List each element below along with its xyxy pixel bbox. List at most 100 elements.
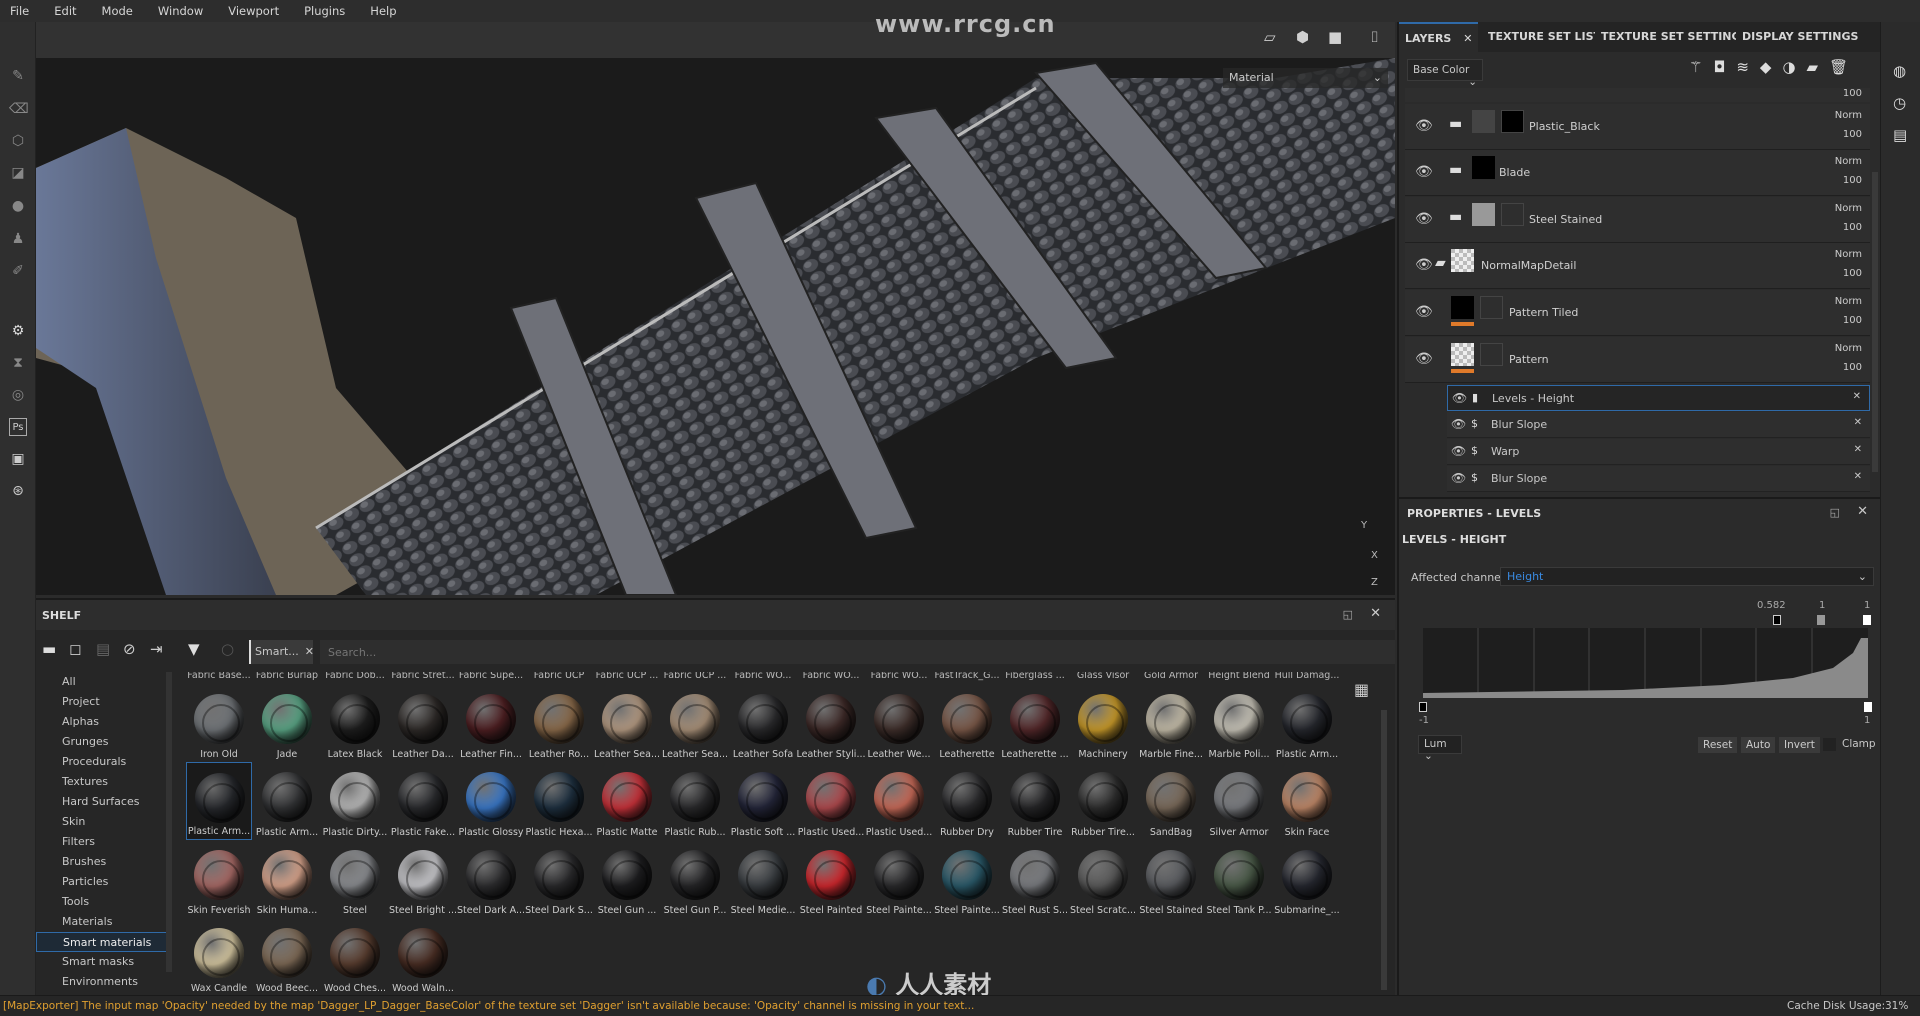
material-tile[interactable]: Skin Face [1274,762,1340,840]
visibility-eye-icon[interactable]: 👁 [1451,471,1466,485]
material-tile[interactable]: Steel Painte... [934,840,1000,918]
material-tile[interactable]: Leather Da... [390,684,456,762]
material-tile[interactable]: Wax Candle [186,918,252,994]
layer-row[interactable]: 👁 ▬ Plastic_Black Norm 100 [1405,104,1870,150]
smudge-icon[interactable]: ● [9,197,27,215]
effect-row[interactable]: 👁 $ Blur Slope ✕ [1447,412,1870,438]
category-item[interactable]: Textures [36,772,171,792]
filter-chip[interactable]: Smart... ✕ [249,640,314,664]
output-max-handle[interactable] [1864,702,1872,712]
visibility-eye-icon[interactable]: 👁 [1415,211,1433,227]
tab-display-settings[interactable]: DISPLAY SETTINGS [1736,22,1865,52]
material-tile[interactable]: Machinery [1070,684,1136,762]
material-tile[interactable]: Steel Dark S... [525,840,593,918]
material-tile[interactable]: Steel Stained [1138,840,1204,918]
material-tile[interactable]: Leather Sofa [730,684,796,762]
category-item[interactable]: Grunges [36,732,171,752]
material-tile[interactable]: Marble Fine... [1138,684,1204,762]
material-tile[interactable]: Steel Bright ... [389,840,457,918]
category-item[interactable]: Smart materials [36,932,171,952]
category-item[interactable]: Particles [36,872,171,892]
save-icon[interactable]: ▤ [96,640,110,658]
material-tile[interactable]: Plastic Dirty... [322,762,388,840]
layer-row[interactable]: 👁 ▰ NormalMapDetail Norm 100 [1405,243,1870,289]
maximize-icon[interactable]: ◱ [1343,608,1353,621]
category-item[interactable]: All [36,672,171,692]
remove-effect-icon[interactable]: ✕ [1853,391,1861,402]
blend-mode-dropdown[interactable]: Norm [1835,110,1862,121]
log-icon[interactable]: ▤ [1893,126,1907,144]
opacity-dropdown[interactable]: 100 [1843,362,1862,373]
render-mode-dropdown[interactable]: Material ⌄ [1223,68,1388,88]
effect-row[interactable]: 👁 $ Warp ✕ [1447,439,1870,465]
material-tile[interactable]: Steel Gun ... [594,840,660,918]
remove-effect-icon[interactable]: ✕ [1854,471,1862,482]
blend-mode-dropdown[interactable]: Norm [1835,343,1862,354]
visibility-eye-icon[interactable]: 👁 [1415,164,1433,180]
material-tile[interactable]: Plastic Rub... [662,762,728,840]
material-tile[interactable]: Steel Scratc... [1070,840,1136,918]
import-icon[interactable]: ⇥ [150,640,163,658]
layers-scrollbar[interactable] [1872,172,1878,472]
channel-dropdown[interactable]: Base Color ⌄ [1407,59,1483,88]
material-tile[interactable]: Marble Poli... [1206,684,1272,762]
category-item[interactable]: Procedurals [36,752,171,772]
material-tile[interactable]: Leatherette [934,684,1000,762]
add-smart-mask-icon[interactable]: ◑ [1782,58,1806,76]
menu-file[interactable]: File [0,4,29,18]
category-item[interactable]: Brushes [36,852,171,872]
menu-mode[interactable]: Mode [92,4,133,18]
material-tile[interactable]: Iron Old [186,684,252,762]
material-tile[interactable]: Plastic Fake... [390,762,456,840]
blend-mode-dropdown[interactable]: Norm [1835,203,1862,214]
material-tile[interactable]: Leather Ro... [526,684,592,762]
add-mask-icon[interactable]: ◘ [1713,58,1736,76]
layer-row[interactable]: 👁 ▬ Blade Norm 100 [1405,150,1870,196]
invert-button[interactable]: Invert [1779,737,1820,753]
grid-scrollbar[interactable] [1381,710,1387,990]
camera-video-icon[interactable]: ■ [1328,28,1342,46]
photoshop-icon[interactable]: Ps [9,418,27,436]
material-tile[interactable]: Steel Painted [798,840,864,918]
material-tile[interactable]: Rubber Dry [934,762,1000,840]
category-item[interactable]: Filters [36,832,171,852]
category-scrollbar[interactable] [166,672,172,972]
menu-plugins[interactable]: Plugins [294,4,345,18]
material-tile[interactable]: Steel Painte... [866,840,932,918]
visibility-eye-icon[interactable]: 👁 [1415,351,1433,367]
material-tile[interactable]: Jade [254,684,320,762]
chip-close-icon[interactable]: ✕ [305,645,314,658]
tab-texture-set-settings[interactable]: TEXTURE SET SETTINGS [1595,22,1755,52]
close-icon[interactable]: ✕ [1370,606,1381,621]
material-tile[interactable]: Plastic Glossy [458,762,524,840]
effect-row[interactable]: 👁 $ Blur Slope ✕ [1447,466,1870,492]
menu-edit[interactable]: Edit [44,4,76,18]
layer-row[interactable]: 👁 ▬ Steel Stained Norm 100 [1405,197,1870,243]
paint-brush-icon[interactable]: ✎ [9,67,27,85]
auto-button[interactable]: Auto [1741,737,1776,753]
material-tile[interactable]: Wood Ches... [322,918,388,994]
grid-view-icon[interactable]: ▦ [1354,680,1369,699]
mid-input-handle[interactable] [1817,615,1825,625]
material-tile[interactable]: Steel Dark A... [457,840,525,918]
visibility-eye-icon[interactable]: 👁 [1415,304,1433,320]
bake-icon[interactable]: ⧗ [9,354,27,372]
screenshot-camera-icon[interactable]: ⌷ [1370,28,1379,46]
eraser-icon[interactable]: ⌫ [9,100,29,118]
visibility-eye-icon[interactable]: 👁 [1451,417,1466,431]
tab-layers[interactable]: LAYERS ✕ [1399,22,1479,52]
low-input-handle[interactable] [1773,615,1781,625]
menu-help[interactable]: Help [360,4,396,18]
menu-window[interactable]: Window [148,4,203,18]
blend-mode-dropdown[interactable]: Norm [1835,249,1862,260]
material-tile[interactable]: Leather Sea... [594,684,660,762]
material-tile[interactable]: Plastic Used... [866,762,932,840]
material-tile[interactable]: Skin Feverish [186,840,252,918]
affected-channel-dropdown[interactable]: Height ⌄ [1500,567,1874,586]
opacity-dropdown[interactable]: 100 [1843,175,1862,186]
material-tile[interactable]: Steel [322,840,388,918]
material-tile[interactable]: Steel Tank P... [1206,840,1272,918]
add-layer-icon[interactable]: ≋ [1736,58,1760,76]
opacity-dropdown[interactable]: 100 [1843,222,1862,233]
material-tile[interactable]: Leather We... [866,684,932,762]
